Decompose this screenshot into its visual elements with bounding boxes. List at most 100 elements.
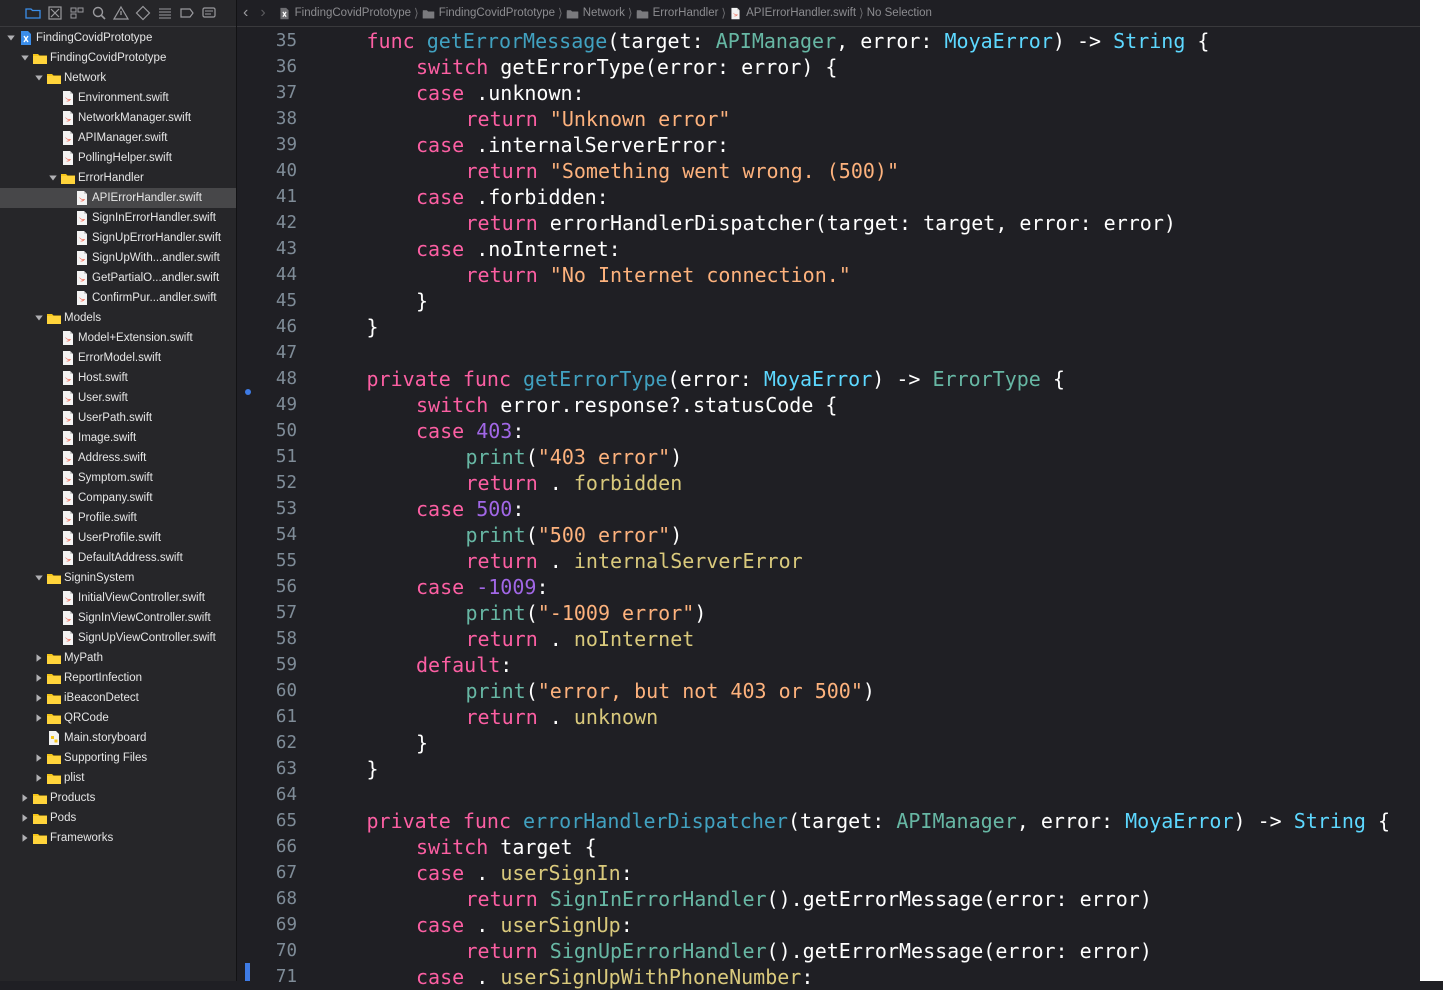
breakpoint-icon[interactable] [178, 5, 195, 22]
breadcrumb-item[interactable]: No Selection [867, 7, 932, 19]
disclosure-closed-icon[interactable] [34, 753, 44, 763]
warning-icon[interactable] [112, 5, 129, 22]
code-line[interactable]: 47 [237, 340, 1420, 366]
tree-item[interactable]: SignUpViewController.swift [0, 628, 236, 648]
code-line[interactable]: 38 return "Unknown error" [237, 106, 1420, 132]
code-line[interactable]: 56 case -1009: [237, 574, 1420, 600]
tree-item[interactable]: InitialViewController.swift [0, 588, 236, 608]
disclosure-closed-icon[interactable] [34, 773, 44, 783]
tree-item[interactable]: Host.swift [0, 368, 236, 388]
code-line[interactable]: 57 print("-1009 error") [237, 600, 1420, 626]
breadcrumb-item[interactable]: FindingCovidPrototype [422, 7, 555, 20]
code-line[interactable]: 51 print("403 error") [237, 444, 1420, 470]
folder-icon[interactable] [24, 5, 41, 22]
code-line[interactable]: 44 return "No Internet connection." [237, 262, 1420, 288]
tree-item[interactable]: Supporting Files [0, 748, 236, 768]
breadcrumb-item[interactable]: APIErrorHandler.swift [729, 7, 856, 20]
code-line[interactable]: 66 switch target { [237, 834, 1420, 860]
tree-item[interactable]: Network [0, 68, 236, 88]
disclosure-closed-icon[interactable] [34, 653, 44, 663]
tree-item[interactable]: GetPartialO...andler.swift [0, 268, 236, 288]
disclosure-closed-icon[interactable] [20, 793, 30, 803]
tree-item[interactable]: SignUpErrorHandler.swift [0, 228, 236, 248]
disclosure-closed-icon[interactable] [34, 693, 44, 703]
code-line[interactable]: 37 case .unknown: [237, 80, 1420, 106]
tree-item[interactable]: APIManager.swift [0, 128, 236, 148]
code-line[interactable]: 70 return SignUpErrorHandler().getErrorMe… [237, 938, 1420, 964]
code-line[interactable]: 49 switch error.response?.statusCode { [237, 392, 1420, 418]
code-line[interactable]: 46} [237, 314, 1420, 340]
tree-item[interactable]: ErrorHandler [0, 168, 236, 188]
code-line[interactable]: 40 return "Something went wrong. (500)" [237, 158, 1420, 184]
tree-item[interactable]: plist [0, 768, 236, 788]
code-line[interactable]: 68 return SignInErrorHandler().getErrorMe… [237, 886, 1420, 912]
scroll-gutter[interactable] [1420, 0, 1443, 981]
search-icon[interactable] [90, 5, 107, 22]
tree-item[interactable]: UserPath.swift [0, 408, 236, 428]
breadcrumb-item[interactable]: ErrorHandler [636, 7, 718, 20]
code-line[interactable]: 43 case .noInternet: [237, 236, 1420, 262]
disclosure-open-icon[interactable] [34, 73, 44, 83]
code-line[interactable]: 50 case 403: [237, 418, 1420, 444]
tree-item[interactable]: Address.swift [0, 448, 236, 468]
tree-item[interactable]: Image.swift [0, 428, 236, 448]
tree-item[interactable]: ErrorModel.swift [0, 348, 236, 368]
code-line[interactable]: 60 print("error, but not 403 or 500") [237, 678, 1420, 704]
breadcrumb-item[interactable]: FindingCovidPrototype [278, 7, 411, 20]
code-line[interactable]: 53 case 500: [237, 496, 1420, 522]
tree-item[interactable]: Symptom.swift [0, 468, 236, 488]
tree-item[interactable]: iBeaconDetect [0, 688, 236, 708]
tree-item[interactable]: Model+Extension.swift [0, 328, 236, 348]
code-area[interactable]: 35 func getErrorMessage(target: APIManage… [237, 28, 1420, 990]
tree-item[interactable]: Pods [0, 808, 236, 828]
disclosure-closed-icon[interactable] [20, 813, 30, 823]
code-line[interactable]: 52 return . forbidden [237, 470, 1420, 496]
tree-item[interactable]: MyPath [0, 648, 236, 668]
tree-item[interactable]: SignUpWith...andler.swift [0, 248, 236, 268]
code-line[interactable]: 62} [237, 730, 1420, 756]
debug-icon[interactable] [156, 5, 173, 22]
disclosure-open-icon[interactable] [34, 573, 44, 583]
tree-item[interactable]: SignInErrorHandler.swift [0, 208, 236, 228]
tree-item[interactable]: Frameworks [0, 828, 236, 848]
tree-item[interactable]: FindingCovidPrototype [0, 28, 236, 48]
code-line[interactable]: 58 return . noInternet [237, 626, 1420, 652]
code-line[interactable]: 71 case . userSignUpWithPhoneNumber: [237, 964, 1420, 990]
tree-item[interactable]: Models [0, 308, 236, 328]
disclosure-open-icon[interactable] [20, 53, 30, 63]
code-line[interactable]: 59 default: [237, 652, 1420, 678]
tree-item[interactable]: ConfirmPur...andler.swift [0, 288, 236, 308]
code-line[interactable]: 55 return . internalServerError [237, 548, 1420, 574]
disclosure-open-icon[interactable] [48, 173, 58, 183]
code-line[interactable]: 54 print("500 error") [237, 522, 1420, 548]
disclosure-open-icon[interactable] [6, 33, 16, 43]
tree-item[interactable]: NetworkManager.swift [0, 108, 236, 128]
breadcrumb-item[interactable]: Network [566, 7, 625, 20]
code-line[interactable]: 39 case .internalServerError: [237, 132, 1420, 158]
disclosure-closed-icon[interactable] [34, 713, 44, 723]
report-icon[interactable] [200, 5, 217, 22]
tree-item[interactable]: ReportInfection [0, 668, 236, 688]
tree-item[interactable]: User.swift [0, 388, 236, 408]
code-line[interactable]: 35 func getErrorMessage(target: APIManage… [237, 28, 1420, 54]
code-line[interactable]: 64 [237, 782, 1420, 808]
code-line[interactable]: 69 case . userSignUp: [237, 912, 1420, 938]
tree-item[interactable]: Profile.swift [0, 508, 236, 528]
forward-icon[interactable]: › [260, 4, 265, 22]
tree-item[interactable]: SignInViewController.swift [0, 608, 236, 628]
tree-item[interactable]: SigninSystem [0, 568, 236, 588]
tree-item[interactable]: Main.storyboard [0, 728, 236, 748]
code-line[interactable]: 42 return errorHandlerDispatcher(target: … [237, 210, 1420, 236]
tree-item[interactable]: PollingHelper.swift [0, 148, 236, 168]
tree-item[interactable]: Products [0, 788, 236, 808]
code-line[interactable]: 67 case . userSignIn: [237, 860, 1420, 886]
source-control-icon[interactable] [46, 5, 63, 22]
tree-item[interactable]: Environment.swift [0, 88, 236, 108]
disclosure-closed-icon[interactable] [34, 673, 44, 683]
tree-item[interactable]: DefaultAddress.swift [0, 548, 236, 568]
tree-item[interactable]: QRCode [0, 708, 236, 728]
code-line[interactable]: 36 switch getErrorType(error: error) { [237, 54, 1420, 80]
back-icon[interactable]: ‹ [243, 4, 248, 22]
code-line[interactable]: 65 private func errorHandlerDispatcher(ta… [237, 808, 1420, 834]
code-line[interactable]: 48 private func getErrorType(error: MoyaE… [237, 366, 1420, 392]
